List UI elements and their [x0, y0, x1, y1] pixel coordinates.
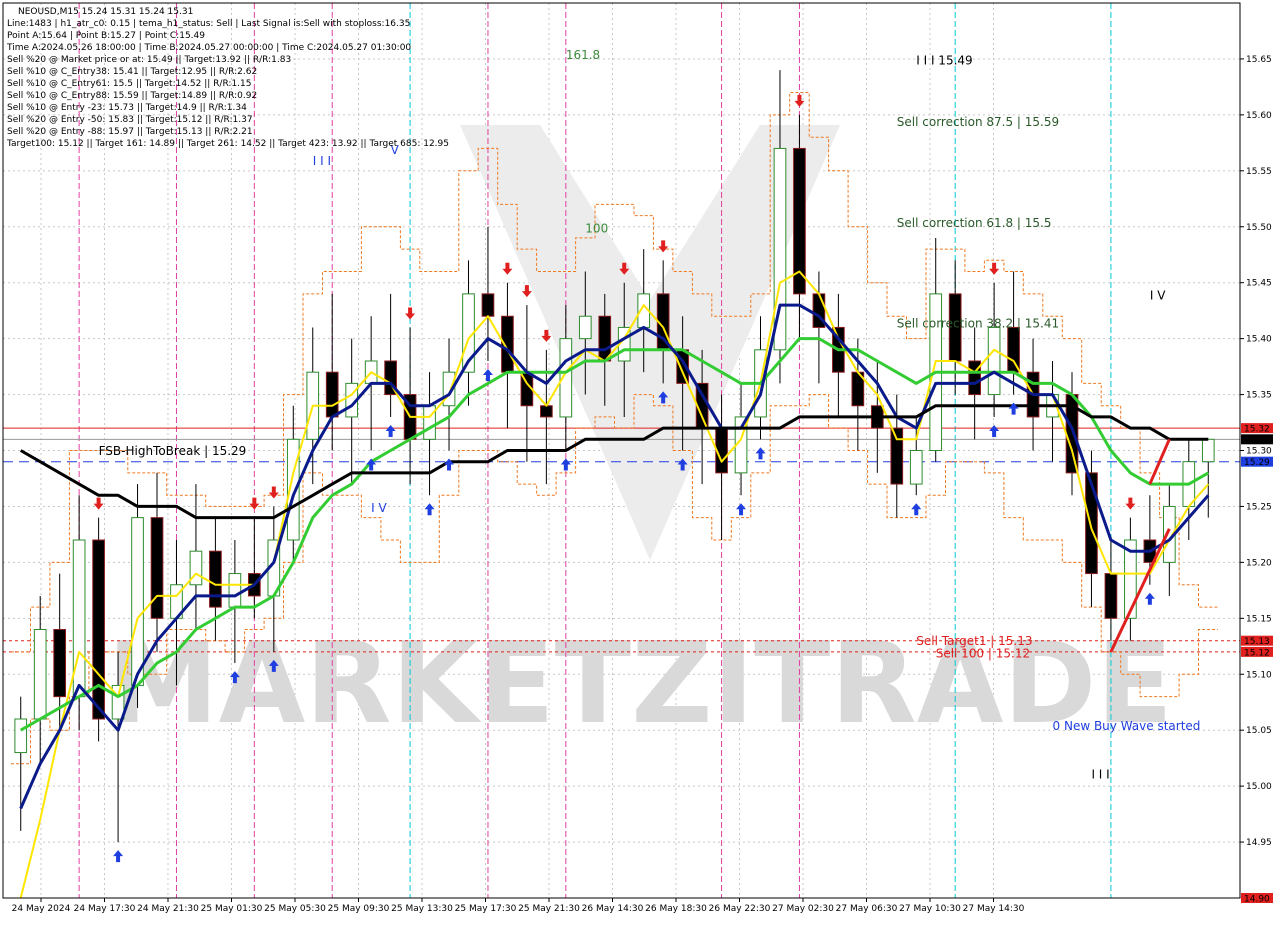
x-tick-label: 24 May 17:30 [74, 904, 136, 914]
price-tag-label: 15.12 [1244, 648, 1270, 658]
candle-body [131, 517, 144, 686]
y-tick-label: 15.40 [1246, 335, 1272, 345]
y-tick-label: 15.20 [1246, 558, 1272, 568]
x-tick-label: 25 May 13:30 [391, 904, 453, 914]
candle-body [578, 315, 592, 340]
chart-annotation: Sell correction 38.2 | 15.41 [897, 316, 1059, 330]
chart-annotation: 0 New Buy Wave started [1053, 719, 1201, 733]
y-tick-label: 15.10 [1246, 670, 1272, 680]
candle-body [598, 315, 612, 362]
chart-annotation: I V [1150, 288, 1166, 302]
candle-body [72, 539, 86, 698]
info-line: Sell %20 @ Entry -50: 15.83 || Target:15… [7, 115, 253, 125]
x-tick-label: 25 May 17:30 [455, 904, 517, 914]
chart-annotation: 161.8 [566, 48, 600, 62]
price-tag-label: 15.31 [1244, 436, 1270, 446]
chart-annotation: Sell 100 | 15.12 [936, 646, 1030, 660]
y-tick-label: 15.60 [1246, 111, 1272, 121]
info-line: Sell %20 @ Entry -88: 15.97 || Target:15… [7, 127, 253, 137]
candle-body [1007, 326, 1020, 373]
x-tick-label: 25 May 09:30 [328, 904, 390, 914]
x-tick-label: 27 May 10:30 [899, 904, 961, 914]
y-tick-label: 15.15 [1246, 614, 1272, 624]
chart-container: MARKETZITRADE 161.8 I I I 15.49 Sell corre… [0, 0, 1280, 920]
info-line: Sell %10 @ C_Entry61: 15.5 || Target:14.… [7, 79, 252, 89]
candle-body [1104, 573, 1118, 619]
x-tick-label: 25 May 21:30 [518, 904, 580, 914]
y-tick-label: 15.65 [1246, 55, 1272, 65]
price-tag-label: 14.90 [1244, 895, 1270, 905]
price-tag-label: 15.32 [1244, 425, 1270, 435]
candle-body [14, 718, 28, 754]
info-line: Line:1483 | h1_atr_c0: 0.15 | tema_h1_st… [7, 19, 410, 29]
chart-annotation: I I I [1091, 767, 1109, 781]
x-tick-label: 27 May 02:30 [772, 904, 834, 914]
candle-body [228, 573, 242, 608]
chart-annotation: 100 [585, 221, 608, 235]
candle-body [53, 629, 67, 698]
x-tick-label: 26 May 22:30 [709, 904, 771, 914]
price-chart: MARKETZITRADE 161.8 I I I 15.49Sell corre… [0, 0, 1280, 920]
info-line: Target100: 15.12 || Target 161: 14.89 ||… [6, 139, 449, 149]
candle-body [1201, 438, 1215, 463]
y-tick-label: 15.35 [1246, 391, 1272, 401]
candle-body [150, 517, 164, 619]
y-tick-label: 14.95 [1246, 838, 1272, 848]
chart-annotation: I I I [313, 154, 331, 168]
price-tag-label: 15.29 [1244, 458, 1270, 468]
x-tick-label: 24 May 21:30 [137, 904, 199, 914]
x-tick-label: 27 May 06:30 [836, 904, 898, 914]
info-line: Sell %20 @ Market price or at: 15.49 || … [7, 55, 291, 65]
candle-body [909, 450, 923, 485]
candle-body [33, 629, 47, 720]
chart-annotation: FSB-HighToBreak | 15.29 [99, 444, 247, 458]
candle-body [890, 427, 904, 485]
x-tick-label: 25 May 05:30 [264, 904, 326, 914]
x-tick-label: 26 May 18:30 [645, 904, 707, 914]
info-line: Point A:15.64 | Point B:15.27 | Point C:… [7, 31, 205, 41]
candle-body [987, 326, 1001, 396]
candle-body [325, 371, 339, 418]
x-tick-label: 24 May 2024 [12, 904, 71, 914]
y-tick-label: 15.45 [1246, 279, 1272, 289]
candle-body [481, 293, 495, 317]
chart-annotation: Sell correction 61.8 | 15.5 [897, 216, 1052, 230]
info-line: Sell %10 @ C_Entry88: 15.59 || Target:14… [7, 91, 257, 101]
y-tick-label: 15.55 [1246, 167, 1272, 177]
chart-annotation: I V [371, 501, 387, 515]
y-tick-label: 15.50 [1246, 223, 1272, 233]
x-tick-label: 26 May 14:30 [582, 904, 644, 914]
y-tick-label: 15.05 [1246, 726, 1272, 736]
info-line: Sell %10 @ Entry -23: 15.73 || Target:14… [7, 103, 247, 113]
price-tag-label: 15.13 [1244, 637, 1270, 647]
y-tick-label: 15.25 [1246, 502, 1272, 512]
candle-body [209, 550, 222, 608]
chart-annotation: I I I 15.49 [916, 54, 972, 68]
y-tick-label: 15.00 [1246, 782, 1272, 792]
y-tick-label: 15.30 [1246, 447, 1272, 457]
x-tick-label: 27 May 14:30 [963, 904, 1025, 914]
candle-body [540, 405, 553, 418]
info-line: Time A:2024.05.26 18:00:00 | Time B:2024… [6, 43, 411, 53]
chart-annotation: Sell correction 87.5 | 15.59 [897, 115, 1059, 129]
candle-body [92, 539, 105, 720]
chart-title: NEOUSD,M15 15.24 15.31 15.24 15.31 [18, 7, 193, 17]
info-line: Sell %10 @ C_Entry38: 15.41 || Target:12… [7, 67, 257, 77]
x-tick-label: 25 May 01:30 [201, 904, 263, 914]
